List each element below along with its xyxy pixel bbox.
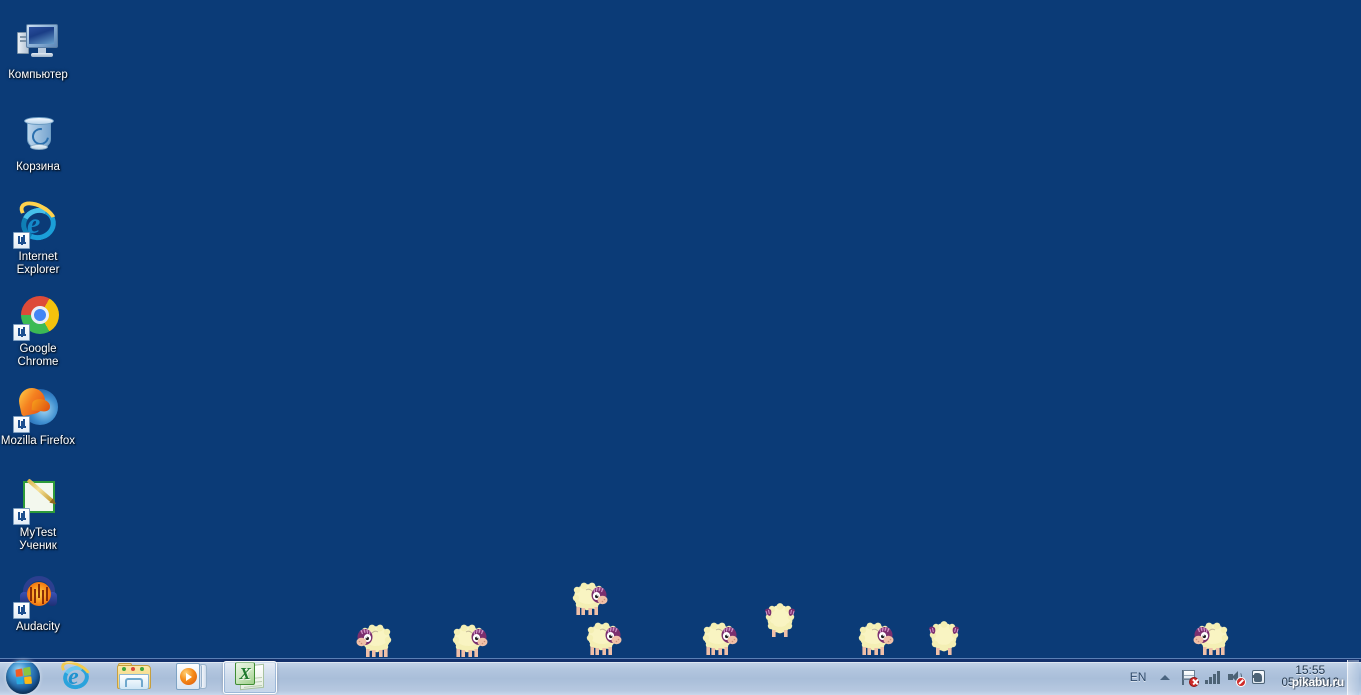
chrome-icon	[13, 292, 62, 341]
show-desktop-button[interactable]	[1347, 659, 1359, 695]
speaker-muted-icon[interactable]	[1227, 669, 1247, 687]
shortcut-arrow-icon	[13, 602, 30, 619]
chevron-up-icon	[1160, 674, 1171, 680]
desktop-icon-mytest-uchenik[interactable]: MyTest Ученик	[0, 476, 76, 552]
internet-explorer-icon: e	[57, 656, 95, 693]
clock-date: 05.03.2012	[1281, 677, 1339, 689]
desktop-icon-label: MyTest Ученик	[19, 527, 57, 552]
hand-icon[interactable]	[1250, 669, 1267, 686]
desktop-icon-label: Internet Explorer	[16, 251, 60, 276]
sheep-pet[interactable]	[923, 618, 965, 663]
desktop[interactable]: Компьютер Корзина e Internet Explorer Go…	[0, 0, 1361, 658]
desktop-icon-label: Audacity	[15, 621, 61, 633]
desktop-icon-google-chrome[interactable]: Google Chrome	[0, 292, 76, 368]
desktop-icon-computer[interactable]: Компьютер	[0, 18, 76, 82]
mytest-icon	[13, 476, 62, 525]
show-hidden-icons-button[interactable]	[1155, 667, 1175, 687]
taskbar-button-windows-explorer[interactable]	[107, 661, 161, 694]
shortcut-arrow-icon	[13, 508, 30, 525]
shortcut-arrow-icon	[13, 416, 30, 433]
recycle-bin-icon	[14, 110, 62, 158]
folder-icon	[117, 663, 151, 691]
desktop-icon-label: Google Chrome	[17, 343, 59, 368]
sheep-pet[interactable]	[1192, 618, 1234, 663]
language-indicator[interactable]: EN	[1121, 670, 1156, 684]
taskbar[interactable]: e X EN 15:55 05.03.2012 pikabu.ru	[0, 656, 1361, 695]
shortcut-arrow-icon	[13, 324, 30, 341]
desktop-icon-recycle-bin[interactable]: Корзина	[0, 110, 76, 174]
desktop-icon-label: Компьютер	[8, 69, 68, 81]
excel-icon: X	[235, 662, 265, 692]
excel-letter: X	[239, 664, 251, 683]
clock-time: 15:55	[1295, 663, 1326, 677]
network-bars-icon[interactable]	[1204, 669, 1221, 686]
sheep-pet[interactable]	[853, 618, 895, 663]
media-player-icon	[176, 663, 208, 691]
action-center-icon[interactable]	[1181, 669, 1200, 687]
computer-icon	[14, 18, 62, 66]
taskbar-button-internet-explorer[interactable]: e	[49, 656, 103, 694]
sheep-pet[interactable]	[759, 600, 801, 645]
desktop-icon-internet-explorer[interactable]: e Internet Explorer	[0, 195, 76, 276]
desktop-icon-label: Корзина	[16, 161, 60, 173]
sheep-pet[interactable]	[697, 618, 739, 663]
desktop-icon-label: Mozilla Firefox	[0, 435, 76, 447]
sheep-pet[interactable]	[567, 578, 609, 623]
windows-orb-icon	[6, 660, 40, 694]
audacity-icon	[13, 570, 62, 619]
desktop-icon-audacity[interactable]: Audacity	[0, 570, 76, 634]
internet-explorer-icon: e	[13, 195, 62, 249]
start-button[interactable]	[1, 660, 45, 695]
taskbar-button-microsoft-excel[interactable]: X	[223, 660, 277, 694]
sheep-pet[interactable]	[581, 618, 623, 663]
clock[interactable]: 15:55 05.03.2012 pikabu.ru	[1273, 664, 1345, 690]
firefox-icon	[13, 384, 62, 433]
shortcut-arrow-icon	[13, 232, 30, 249]
taskbar-button-windows-media-player[interactable]	[165, 661, 219, 694]
system-tray[interactable]: EN 15:55 05.03.2012 pikabu.ru	[1121, 659, 1361, 695]
desktop-icon-mozilla-firefox[interactable]: Mozilla Firefox	[0, 384, 76, 448]
